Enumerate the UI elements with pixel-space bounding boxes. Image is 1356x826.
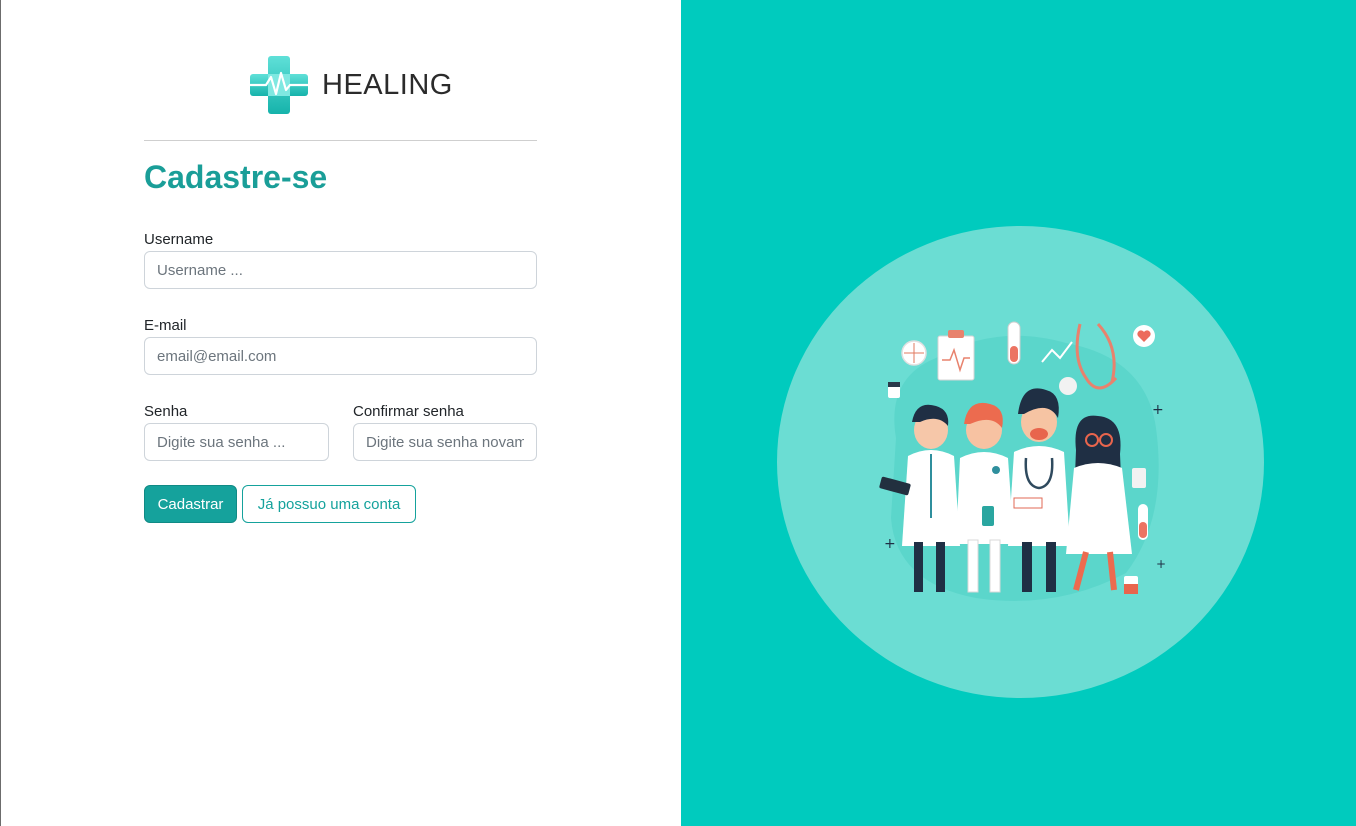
svg-text:+: + [884,536,896,552]
confirm-password-input[interactable] [353,423,537,461]
confirm-password-label: Confirmar senha [353,403,464,420]
hero-panel: + + + [681,0,1356,826]
email-input[interactable] [144,337,537,375]
svg-text:+: + [1156,557,1166,571]
doctors-team-illustration: + + + [879,321,1166,601]
brand-name: HEALING [322,68,453,101]
password-input[interactable] [144,423,329,461]
already-have-account-button[interactable]: Já possuo uma conta [242,485,416,523]
header-divider [144,140,537,141]
register-button[interactable]: Cadastrar [144,485,237,523]
signup-panel: HEALING Cadastre-se Username E-mail Senh… [1,0,681,826]
page-title: Cadastre-se [144,159,328,195]
email-label: E-mail [144,317,187,334]
password-label: Senha [144,403,188,420]
brand-header: HEALING [248,54,453,116]
svg-text:+: + [1152,402,1164,418]
username-label: Username [144,231,214,248]
username-input[interactable] [144,251,537,289]
medical-cross-heartbeat-icon [250,56,308,114]
